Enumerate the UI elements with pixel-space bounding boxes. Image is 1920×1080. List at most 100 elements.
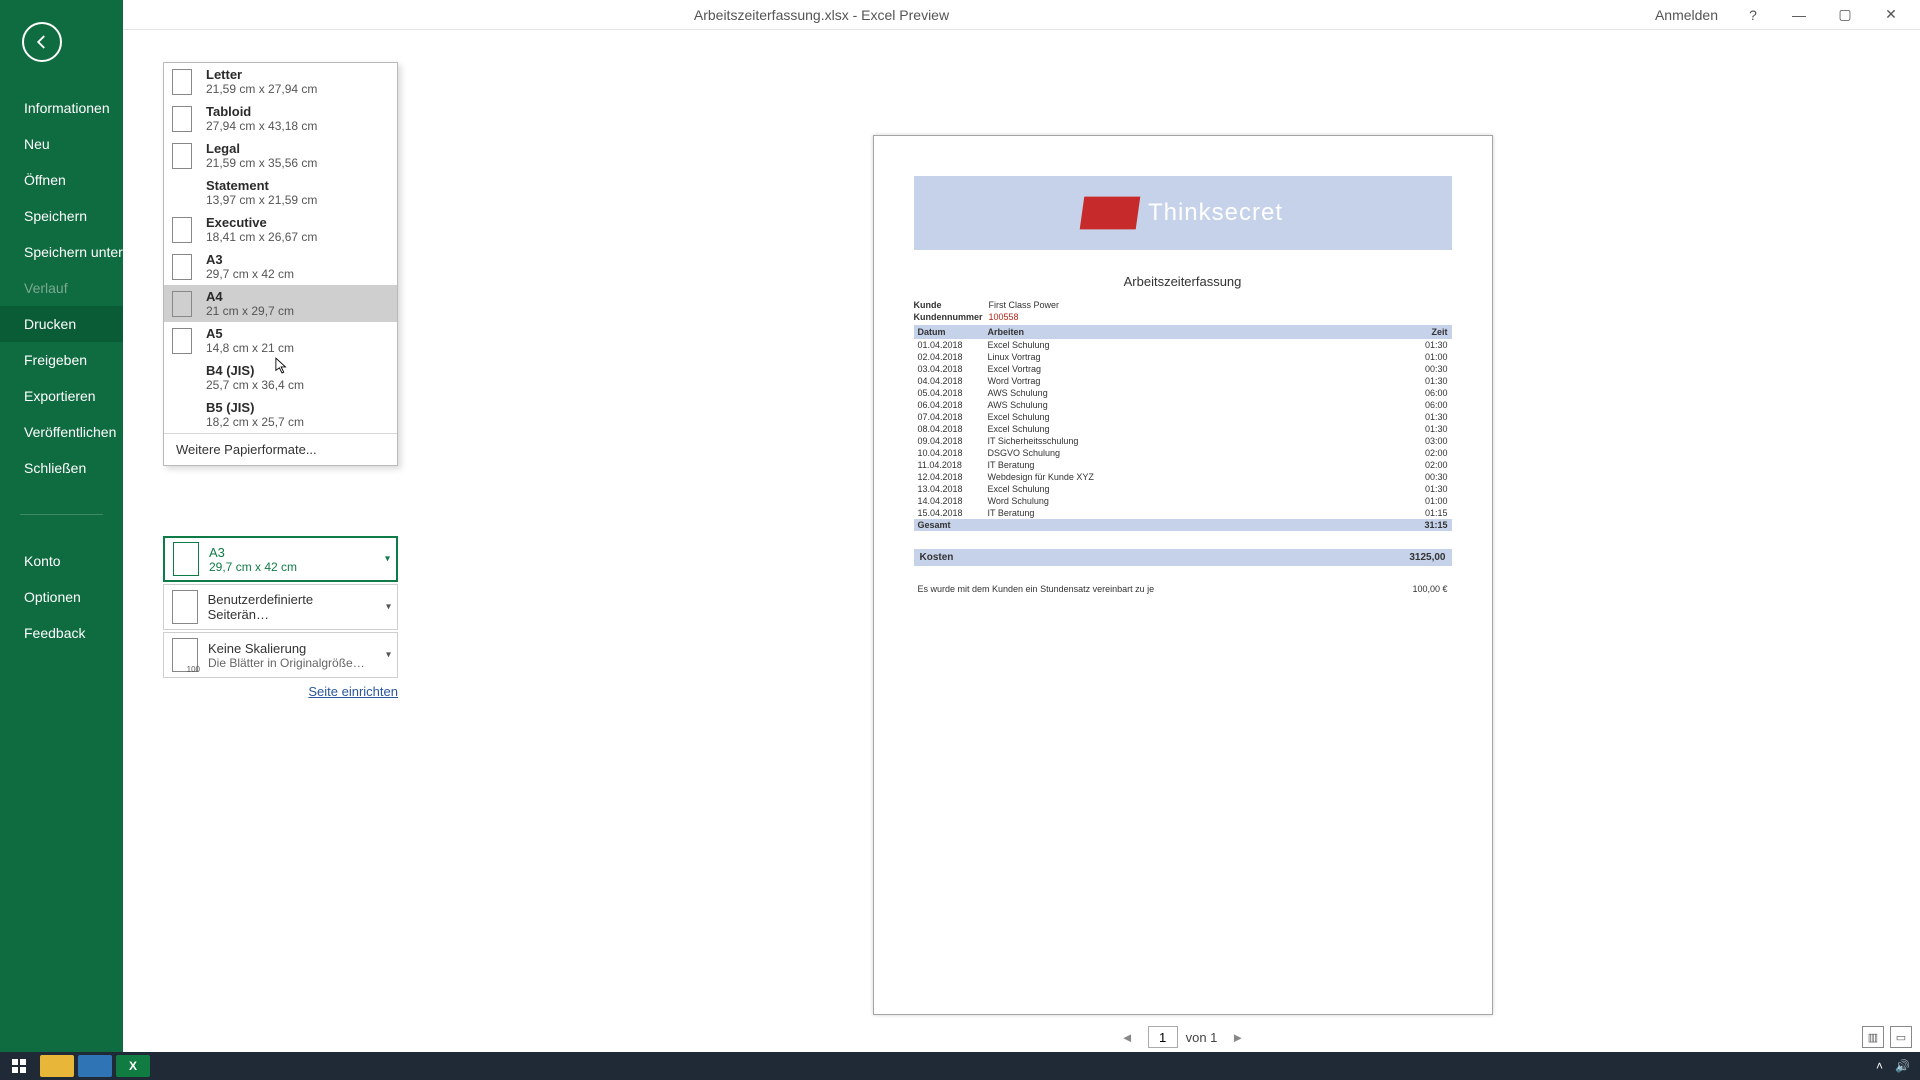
next-page-button[interactable]: ► <box>1225 1030 1250 1045</box>
sidebar-item-exportieren[interactable]: Exportieren <box>0 378 123 414</box>
paper-name: Statement <box>206 178 317 193</box>
paper-option-a5[interactable]: A514,8 cm x 21 cm <box>164 322 397 359</box>
sidebar-item-drucken[interactable]: Drucken <box>0 306 123 342</box>
table-row: 15.04.2018IT Beratung01:15 <box>914 507 1452 519</box>
paper-option-a3[interactable]: A329,7 cm x 42 cm <box>164 248 397 285</box>
page-number-input[interactable] <box>1148 1026 1178 1048</box>
page-icon <box>172 69 192 95</box>
sidebar-item-öffnen[interactable]: Öffnen <box>0 162 123 198</box>
col-time: Zeit <box>1392 325 1452 339</box>
help-button[interactable]: ? <box>1730 0 1776 30</box>
store-taskbar-icon[interactable] <box>78 1055 112 1077</box>
logo-icon <box>1080 197 1141 230</box>
scaling-desc: Die Blätter in Originalgröße… <box>208 656 365 670</box>
table-row: 09.04.2018IT Sicherheitsschulung03:00 <box>914 435 1452 447</box>
work-table: Datum Arbeiten Zeit 01.04.2018Excel Schu… <box>914 325 1452 531</box>
backstage-sidebar: InformationenNeuÖffnenSpeichernSpeichern… <box>0 0 123 1052</box>
scaling-icon: 100 <box>172 638 198 672</box>
sum-row: Gesamt31:15 <box>914 519 1452 531</box>
paper-option-b5-jis-[interactable]: B5 (JIS)18,2 cm x 25,7 cm <box>164 396 397 433</box>
chevron-down-icon: ▾ <box>386 650 391 661</box>
table-row: 12.04.2018Webdesign für Kunde XYZ00:30 <box>914 471 1452 483</box>
prev-page-button[interactable]: ◄ <box>1115 1030 1140 1045</box>
brand-name: Thinksecret <box>1148 199 1283 227</box>
paper-name: Executive <box>206 215 317 230</box>
scaling-selector[interactable]: 100 Keine Skalierung Die Blätter in Orig… <box>163 632 398 678</box>
sidebar-item-konto[interactable]: Konto <box>0 543 123 579</box>
paper-name: A4 <box>206 289 294 304</box>
sidebar-item-feedback[interactable]: Feedback <box>0 615 123 651</box>
col-date: Datum <box>914 325 984 339</box>
paper-size-dropdown[interactable]: Letter21,59 cm x 27,94 cmTabloid27,94 cm… <box>163 62 398 466</box>
start-button[interactable] <box>0 1052 38 1080</box>
cost-label: Kosten <box>920 552 954 563</box>
zoom-to-page-button[interactable]: ▭ <box>1890 1026 1912 1048</box>
more-paper-sizes[interactable]: Weitere Papierformate... <box>164 434 397 465</box>
sidebar-item-neu[interactable]: Neu <box>0 126 123 162</box>
table-row: 08.04.2018Excel Schulung01:30 <box>914 423 1452 435</box>
preview-pager: ◄ von 1 ► ▥ ▭ <box>445 1022 1920 1052</box>
kundennummer-value: 100558 <box>989 312 1019 322</box>
titlebar: Arbeitszeiterfassung.xlsx - Excel Previe… <box>0 0 1920 30</box>
sidebar-item-verlauf: Verlauf <box>0 270 123 306</box>
explorer-taskbar-icon[interactable] <box>40 1055 74 1077</box>
cost-value: 3125,00 <box>1409 552 1445 563</box>
agreement-rate: 100,00 € <box>1412 584 1447 594</box>
paper-dim: 27,94 cm x 43,18 cm <box>206 119 317 133</box>
table-row: 01.04.2018Excel Schulung01:30 <box>914 339 1452 351</box>
tray-chevron-icon[interactable]: ˄ <box>1876 1059 1883 1073</box>
table-row: 06.04.2018AWS Schulung06:00 <box>914 399 1452 411</box>
page-icon <box>172 328 192 354</box>
page-icon <box>172 402 192 428</box>
sidebar-item-freigeben[interactable]: Freigeben <box>0 342 123 378</box>
paper-dim: 21,59 cm x 35,56 cm <box>206 156 317 170</box>
page-icon <box>172 291 192 317</box>
paper-option-tabloid[interactable]: Tabloid27,94 cm x 43,18 cm <box>164 100 397 137</box>
paper-option-b4-jis-[interactable]: B4 (JIS)25,7 cm x 36,4 cm <box>164 359 397 396</box>
page-icon <box>172 106 192 132</box>
paper-name: Letter <box>206 67 317 82</box>
paper-name: A3 <box>209 545 297 560</box>
paper-dim: 18,2 cm x 25,7 cm <box>206 415 304 429</box>
paper-size-selector[interactable]: A3 29,7 cm x 42 cm ▾ <box>163 536 398 582</box>
table-row: 11.04.2018IT Beratung02:00 <box>914 459 1452 471</box>
table-row: 07.04.2018Excel Schulung01:30 <box>914 411 1452 423</box>
sidebar-item-speichern[interactable]: Speichern <box>0 198 123 234</box>
print-settings-panel: A3 29,7 cm x 42 cm ▾ Benutzerdefinierte … <box>163 536 398 699</box>
paper-option-statement[interactable]: Statement13,97 cm x 21,59 cm <box>164 174 397 211</box>
kunde-value: First Class Power <box>989 300 1060 310</box>
sidebar-item-veröffentlichen[interactable]: Veröffentlichen <box>0 414 123 450</box>
sidebar-item-informationen[interactable]: Informationen <box>0 90 123 126</box>
sidebar-item-optionen[interactable]: Optionen <box>0 579 123 615</box>
tray-volume-icon[interactable]: 🔊 <box>1895 1059 1910 1073</box>
sign-in-link[interactable]: Anmelden <box>1643 7 1730 23</box>
page-icon <box>172 180 192 206</box>
close-button[interactable]: ✕ <box>1868 0 1914 30</box>
doc-title: Arbeitszeiterfassung <box>914 274 1452 289</box>
paper-name: B5 (JIS) <box>206 400 304 415</box>
table-row: 03.04.2018Excel Vortrag00:30 <box>914 363 1452 375</box>
back-button[interactable] <box>22 22 62 62</box>
sidebar-item-speichern-unter[interactable]: Speichern unter <box>0 234 123 270</box>
paper-option-letter[interactable]: Letter21,59 cm x 27,94 cm <box>164 63 397 100</box>
page-setup-link[interactable]: Seite einrichten <box>308 684 398 699</box>
paper-name: B4 (JIS) <box>206 363 304 378</box>
maximize-button[interactable]: ▢ <box>1822 0 1868 30</box>
taskbar: X ˄ 🔊 <box>0 1052 1920 1080</box>
sidebar-item-schließen[interactable]: Schließen <box>0 450 123 486</box>
excel-taskbar-icon[interactable]: X <box>116 1055 150 1077</box>
paper-option-a4[interactable]: A421 cm x 29,7 cm <box>164 285 397 322</box>
window-title: Arbeitszeiterfassung.xlsx - Excel Previe… <box>0 7 1643 23</box>
kunde-label: Kunde <box>914 300 989 310</box>
margins-selector[interactable]: Benutzerdefinierte Seiterän… ▾ <box>163 584 398 630</box>
paper-option-legal[interactable]: Legal21,59 cm x 35,56 cm <box>164 137 397 174</box>
minimize-button[interactable]: — <box>1776 0 1822 30</box>
table-row: 05.04.2018AWS Schulung06:00 <box>914 387 1452 399</box>
paper-name: A5 <box>206 326 294 341</box>
page-of-label: von 1 <box>1186 1030 1218 1045</box>
show-margins-button[interactable]: ▥ <box>1862 1026 1884 1048</box>
paper-dim: 13,97 cm x 21,59 cm <box>206 193 317 207</box>
paper-option-executive[interactable]: Executive18,41 cm x 26,67 cm <box>164 211 397 248</box>
margins-label: Benutzerdefinierte Seiterän… <box>208 592 375 622</box>
margins-icon <box>172 590 198 624</box>
